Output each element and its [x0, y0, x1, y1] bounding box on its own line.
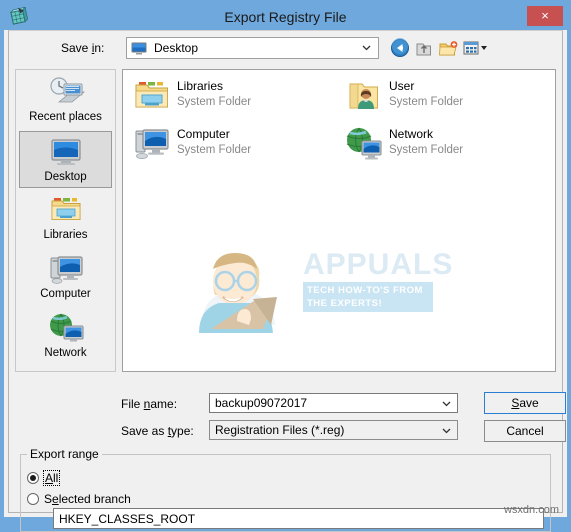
- network-globe-icon: [19, 312, 112, 346]
- save-in-combobox[interactable]: Desktop: [126, 37, 379, 59]
- export-range-legend: Export range: [27, 447, 102, 461]
- save-in-label: Save in:: [61, 41, 105, 55]
- cancel-button[interactable]: Cancel: [484, 420, 566, 442]
- place-computer[interactable]: Computer: [19, 249, 112, 306]
- file-item-type: System Folder: [389, 144, 464, 156]
- libraries-folder-icon: [19, 194, 112, 228]
- place-network[interactable]: Network: [19, 308, 112, 365]
- file-item-name: Libraries: [177, 79, 224, 93]
- file-item-user[interactable]: User System Folder: [341, 76, 541, 118]
- new-folder-button[interactable]: [437, 38, 459, 59]
- title-bar: Export Registry File ×: [4, 4, 567, 30]
- dialog-client-area: Save in: Desktop Recent places Desktop L…: [8, 30, 566, 532]
- save-button[interactable]: Save: [484, 392, 566, 414]
- save-button-label-rest: ave: [519, 396, 539, 410]
- places-bar: Recent places Desktop Libraries Computer…: [15, 69, 116, 372]
- radio-all-indicator[interactable]: [27, 472, 39, 484]
- views-button[interactable]: [461, 38, 491, 59]
- radio-selected-branch[interactable]: Selected branch: [27, 492, 131, 506]
- file-item-type: System Folder: [389, 96, 464, 108]
- file-name-label: File name:: [121, 397, 178, 411]
- place-recent-places[interactable]: Recent places: [19, 72, 112, 129]
- back-button[interactable]: [389, 38, 411, 59]
- place-label: Network: [44, 347, 87, 359]
- place-label: Recent places: [29, 111, 102, 123]
- file-item-network[interactable]: Network System Folder: [341, 124, 541, 166]
- chevron-down-icon[interactable]: [441, 398, 452, 409]
- place-label: Desktop: [44, 171, 87, 183]
- computer-icon: [133, 126, 171, 164]
- desktop-icon: [20, 136, 111, 170]
- watermark-text: APPUALS TECH HOW-TO'S FROM THE EXPERTS!: [303, 248, 453, 312]
- save-in-value: Desktop: [154, 41, 199, 55]
- file-item-name: Computer: [177, 127, 230, 141]
- computer-icon: [19, 253, 112, 287]
- place-label: Libraries: [43, 229, 88, 241]
- user-folder-icon: [345, 78, 383, 116]
- radio-all-label: All: [42, 470, 61, 486]
- recent-places-icon: [19, 76, 112, 110]
- file-item-libraries[interactable]: Libraries System Folder: [129, 76, 329, 118]
- watermark-tagline-line1: TECH HOW-TO'S FROM: [307, 285, 423, 296]
- save-as-type-label: Save as type:: [121, 424, 194, 438]
- chevron-down-icon: [361, 42, 372, 53]
- file-item-name: Network: [389, 127, 434, 141]
- file-item-name: User: [389, 79, 415, 93]
- file-name-combobox[interactable]: backup09072017: [209, 393, 458, 413]
- save-in-row: Save in: Desktop: [9, 37, 562, 63]
- registry-editor-icon: [8, 6, 29, 27]
- file-item-type: System Folder: [177, 144, 252, 156]
- save-as-type-value: Registration Files (*.reg): [215, 423, 345, 437]
- selected-branch-value: HKEY_CLASSES_ROOT: [59, 511, 196, 526]
- export-registry-file-dialog: Export Registry File × Save in: Desktop: [0, 0, 571, 532]
- window-title: Export Registry File: [224, 9, 347, 25]
- file-name-value: backup09072017: [215, 396, 308, 410]
- chevron-down-icon[interactable]: [441, 425, 452, 436]
- site-watermark: wsxdn.com: [503, 504, 559, 516]
- place-label: Computer: [40, 288, 91, 300]
- place-libraries[interactable]: Libraries: [19, 190, 112, 247]
- watermark-brand: APPUALS: [303, 248, 454, 281]
- close-button[interactable]: ×: [527, 6, 563, 26]
- radio-selected-branch-label: Selected branch: [44, 492, 131, 506]
- selected-branch-input[interactable]: HKEY_CLASSES_ROOT: [53, 508, 544, 529]
- network-globe-icon: [345, 126, 383, 164]
- radio-all[interactable]: All: [27, 470, 61, 486]
- watermark-tagline-line2: THE EXPERTS!: [307, 298, 383, 309]
- libraries-folder-icon: [133, 78, 171, 116]
- file-list[interactable]: Libraries System Folder User System Fold…: [122, 69, 556, 372]
- up-one-level-button[interactable]: [413, 38, 435, 59]
- watermark-tagline: TECH HOW-TO'S FROM THE EXPERTS!: [303, 282, 433, 312]
- desktop-icon: [131, 42, 147, 55]
- file-item-computer[interactable]: Computer System Folder: [129, 124, 329, 166]
- save-as-type-combobox[interactable]: Registration Files (*.reg): [209, 420, 458, 440]
- appuals-watermark: APPUALS TECH HOW-TO'S FROM THE EXPERTS!: [193, 220, 453, 340]
- file-item-type: System Folder: [177, 96, 252, 108]
- place-desktop[interactable]: Desktop: [19, 131, 112, 188]
- radio-selected-branch-indicator[interactable]: [27, 493, 39, 505]
